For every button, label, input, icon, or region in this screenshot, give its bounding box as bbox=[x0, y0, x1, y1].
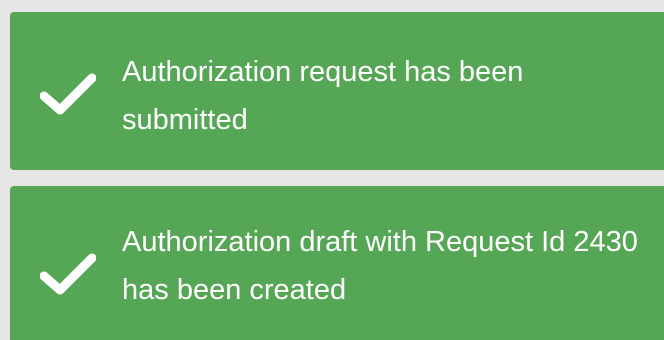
notification-stack: Authorization request has been submitted… bbox=[0, 0, 664, 340]
checkmark-icon bbox=[40, 252, 96, 296]
notification-message: Authorization draft with Request Id 2430… bbox=[122, 226, 638, 306]
notification-message: Authorization request has been submitted bbox=[122, 56, 524, 136]
checkmark-icon bbox=[40, 72, 96, 116]
success-notification[interactable]: Authorization draft with Request Id 2430… bbox=[10, 186, 664, 340]
success-notification[interactable]: Authorization request has been submitted bbox=[10, 12, 664, 170]
